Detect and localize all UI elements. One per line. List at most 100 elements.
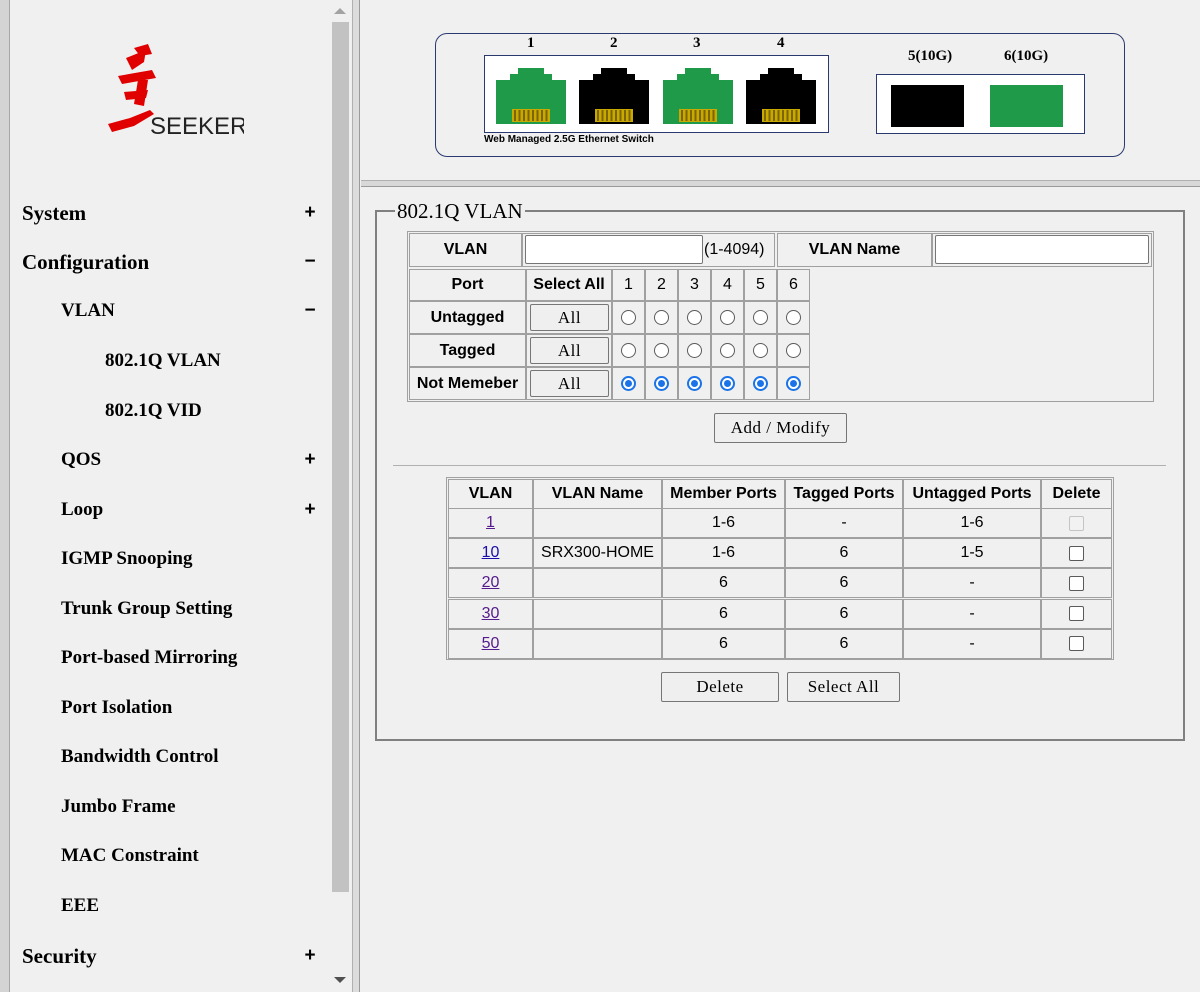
select-all-button[interactable]: Select All [787, 672, 900, 702]
vlan-name-cell [533, 568, 662, 599]
sidebar-item-port-based-mirroring[interactable]: Port-based Mirroring [61, 647, 237, 669]
sidebar-item-802-1q-vlan[interactable]: 802.1Q VLAN [105, 350, 221, 372]
delete-cell [1041, 598, 1112, 629]
sidebar-item-qos[interactable]: QOS [61, 449, 101, 471]
scroll-thumb[interactable] [332, 22, 349, 892]
expand-icon[interactable]: + [302, 202, 318, 224]
collapse-icon[interactable]: − [302, 251, 318, 273]
member-ports-cell: 6 [662, 628, 785, 659]
vlan-name-label: VLAN Name [777, 233, 932, 267]
tagged-port-radio[interactable] [753, 343, 768, 358]
tagged-port-radio[interactable] [621, 343, 636, 358]
not-member-port-cell [678, 367, 711, 400]
expand-icon[interactable]: + [302, 499, 318, 521]
untagged-port-radio[interactable] [687, 310, 702, 325]
switch-model-caption: Web Managed 2.5G Ethernet Switch [484, 134, 654, 145]
sidebar-item-security[interactable]: Security [22, 944, 97, 969]
untagged-port-radio[interactable] [621, 310, 636, 325]
not-member-all-button[interactable]: All [530, 370, 609, 397]
untagged-port-cell [777, 301, 810, 334]
not-member-port-cell [777, 367, 810, 400]
delete-checkbox[interactable] [1069, 545, 1084, 561]
rj45-port-icon[interactable] [661, 66, 735, 126]
sidebar-item-eee[interactable]: EEE [61, 895, 99, 917]
tagged-port-radio[interactable] [687, 343, 702, 358]
sfp-port-icon[interactable] [891, 85, 964, 127]
port-number-header: 2 [645, 269, 678, 301]
rj45-port-icon[interactable] [494, 66, 568, 126]
untagged-port-radio[interactable] [720, 310, 735, 325]
tagged-all-button[interactable]: All [530, 337, 609, 364]
sidebar-item-configuration[interactable]: Configuration [22, 250, 149, 275]
tagged-ports-cell: 6 [785, 598, 903, 629]
not-member-port-radio[interactable] [753, 376, 768, 391]
vlan-name-cell: SRX300-HOME [533, 538, 662, 569]
tagged-all-cell: All [526, 334, 612, 367]
vlan-id-link[interactable]: 10 [482, 544, 500, 562]
vlan-id-link[interactable]: 50 [482, 635, 500, 653]
vlan-id-link[interactable]: 20 [482, 574, 500, 592]
port-label: 1 [527, 35, 535, 51]
tagged-ports-cell: 6 [785, 568, 903, 599]
scroll-up-arrow-icon[interactable] [334, 8, 346, 14]
untagged-port-radio[interactable] [786, 310, 801, 325]
sfp-port-icon[interactable] [990, 85, 1063, 127]
member-ports-cell: 6 [662, 598, 785, 629]
sidebar-item-igmp-snooping[interactable]: IGMP Snooping [61, 548, 192, 570]
not-member-port-radio[interactable] [786, 376, 801, 391]
member-ports-cell: 6 [662, 568, 785, 599]
sidebar-item-bandwidth-control[interactable]: Bandwidth Control [61, 746, 219, 768]
add-modify-button[interactable]: Add / Modify [714, 413, 847, 443]
sidebar-item-trunk-group-setting[interactable]: Trunk Group Setting [61, 598, 232, 620]
tagged-port-radio[interactable] [720, 343, 735, 358]
untagged-all-button[interactable]: All [530, 304, 609, 331]
sidebar-item-vlan[interactable]: VLAN [61, 300, 115, 322]
sidebar-item-port-isolation[interactable]: Port Isolation [61, 697, 172, 719]
untagged-port-radio[interactable] [654, 310, 669, 325]
vlan-id-link[interactable]: 1 [486, 514, 495, 532]
delete-checkbox[interactable] [1069, 575, 1084, 591]
tagged-port-cell [777, 334, 810, 367]
member-ports-cell: 1-6 [662, 508, 785, 538]
frame-divider[interactable] [361, 180, 1200, 187]
expand-icon[interactable]: + [302, 449, 318, 471]
untagged-ports-cell: - [903, 568, 1041, 599]
not-member-port-radio[interactable] [621, 376, 636, 391]
untagged-label: Untagged [409, 301, 526, 334]
not-member-port-radio[interactable] [654, 376, 669, 391]
vlan-id-label: VLAN [409, 233, 522, 267]
frame-divider[interactable] [352, 0, 360, 992]
delete-checkbox [1069, 515, 1084, 531]
vlan-name-column-header: VLAN Name [533, 479, 662, 509]
delete-checkbox[interactable] [1069, 606, 1084, 622]
sidebar-item-mac-constraint[interactable]: MAC Constraint [61, 845, 199, 867]
delete-checkbox[interactable] [1069, 636, 1084, 652]
scroll-down-arrow-icon[interactable] [334, 977, 346, 983]
sidebar-item-system[interactable]: System [22, 201, 86, 226]
untagged-ports-cell: - [903, 628, 1041, 659]
not-member-port-radio[interactable] [687, 376, 702, 391]
vlan-id-link[interactable]: 30 [482, 605, 500, 623]
vlan-id-input[interactable] [525, 235, 703, 264]
sidebar-item-jumbo-frame[interactable]: Jumbo Frame [61, 796, 176, 818]
untagged-ports-cell: 1-6 [903, 508, 1041, 538]
rj45-port-icon[interactable] [577, 66, 651, 126]
untagged-port-radio[interactable] [753, 310, 768, 325]
delete-button[interactable]: Delete [661, 672, 779, 702]
untagged-port-cell [711, 301, 744, 334]
sidebar-item-loop[interactable]: Loop [61, 499, 103, 521]
not-member-port-radio[interactable] [720, 376, 735, 391]
vlan-name-input[interactable] [935, 235, 1149, 264]
tagged-port-radio[interactable] [786, 343, 801, 358]
tagged-ports-cell: - [785, 508, 903, 538]
tagged-label: Tagged [409, 334, 526, 367]
sidebar-item-802-1q-vid[interactable]: 802.1Q VID [105, 400, 202, 422]
collapse-icon[interactable]: − [302, 300, 318, 322]
port-number-header: 5 [744, 269, 777, 301]
tagged-port-radio[interactable] [654, 343, 669, 358]
expand-icon[interactable]: + [302, 945, 318, 967]
sidebar-scrollbar[interactable] [330, 0, 351, 992]
member-ports-cell: 1-6 [662, 538, 785, 569]
left-frame-edge [0, 0, 10, 992]
rj45-port-icon[interactable] [744, 66, 818, 126]
